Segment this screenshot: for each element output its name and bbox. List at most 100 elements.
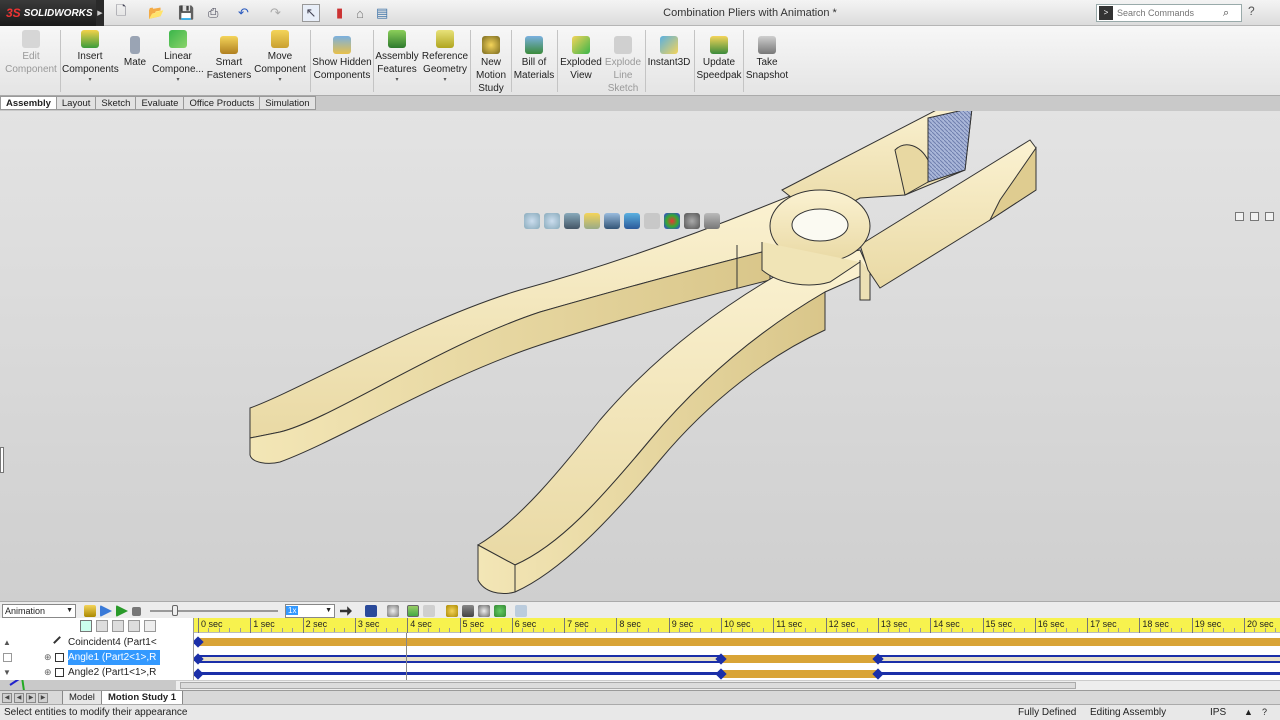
file-properties-icon[interactable]: ⌂	[356, 4, 364, 22]
animation-wizard-icon[interactable]	[387, 605, 399, 617]
calculate-icon[interactable]	[84, 605, 96, 617]
dropdown-arrow-icon[interactable]: ▾	[375, 76, 419, 84]
update-speedpak-button[interactable]: Update Speedpak	[696, 36, 742, 82]
tree-row-coincident4[interactable]: ▲ Coincident4 (Part1<	[0, 635, 194, 650]
view-orientation-icon[interactable]	[604, 213, 620, 229]
display-style-icon[interactable]	[624, 213, 640, 229]
smart-fasteners-button[interactable]: Smart Fasteners	[206, 36, 252, 82]
section-view-icon[interactable]	[584, 213, 600, 229]
linear-pattern-button[interactable]: Linear Compone... ▾	[150, 30, 206, 84]
tab-evaluate[interactable]: Evaluate	[136, 96, 185, 110]
play-from-start-icon[interactable]	[100, 605, 112, 617]
playback-mode-icon[interactable]	[340, 606, 352, 616]
tab-simulation[interactable]: Simulation	[260, 96, 316, 110]
study-type-select[interactable]: Animation ▼	[2, 604, 76, 618]
edit-component-button[interactable]: Edit Component	[4, 30, 58, 76]
tab-layout[interactable]: Layout	[56, 96, 97, 110]
take-snapshot-button[interactable]: Take Snapshot	[745, 36, 789, 82]
view-settings-icon[interactable]	[704, 213, 720, 229]
help-status-icon[interactable]: ?	[1262, 705, 1267, 720]
zoom-to-area-icon[interactable]	[544, 213, 560, 229]
zoom-to-fit-icon[interactable]	[524, 213, 540, 229]
track-angle1[interactable]	[194, 653, 1280, 665]
timeline-bar[interactable]	[878, 655, 1280, 663]
print-icon[interactable]: ⎙	[208, 4, 218, 22]
last-tab-icon[interactable]: ▶	[38, 693, 48, 703]
status-options-icon[interactable]: ▲	[1244, 705, 1253, 720]
timeline-horizontal-scrollbar[interactable]	[176, 680, 1280, 690]
units-selector[interactable]: IPS	[1210, 705, 1226, 720]
tree-scrollbar-thumb[interactable]	[3, 653, 12, 662]
stop-icon[interactable]	[132, 607, 141, 616]
results-plots-icon[interactable]	[515, 605, 527, 617]
playback-speed-select[interactable]: 1x ▼	[285, 604, 335, 618]
search-commands-box[interactable]: > ⌕	[1096, 4, 1242, 22]
save-animation-icon[interactable]	[365, 605, 377, 617]
timeline-bar[interactable]	[198, 655, 721, 663]
time-ruler[interactable]: 0 sec 1 sec 2 sec 3 sec 4 sec 5 sec 6 sec 7 sec…	[194, 618, 1280, 633]
save-icon[interactable]: 💾	[178, 4, 194, 22]
restore-icon[interactable]	[1235, 212, 1244, 221]
tree-scroll-up-icon[interactable]: ▲	[3, 635, 11, 650]
apply-scene-icon[interactable]	[684, 213, 700, 229]
spring-icon[interactable]	[462, 605, 474, 617]
tab-assembly[interactable]: Assembly	[0, 96, 57, 110]
assembly-features-button[interactable]: Assembly Features ▾	[375, 30, 419, 84]
collapse-all-icon[interactable]	[144, 619, 156, 632]
next-tab-icon[interactable]: ▶	[26, 693, 36, 703]
timeline-bar[interactable]	[878, 672, 1280, 675]
options-icon[interactable]: ▤	[376, 4, 388, 22]
expand-icon[interactable]: ⊕	[44, 650, 52, 665]
timeline-bar[interactable]	[198, 638, 1280, 646]
dropdown-arrow-icon[interactable]: ▾	[252, 76, 308, 84]
undo-icon[interactable]: ↶	[238, 4, 249, 22]
filter-animated-icon[interactable]	[80, 619, 92, 632]
select-arrow-icon[interactable]: ↖	[302, 4, 320, 22]
redo-icon[interactable]: ↷	[270, 4, 281, 22]
filter-selected-icon[interactable]	[112, 619, 124, 632]
tree-row-angle1[interactable]: ⊕ Angle1 (Part2<1>,R	[0, 650, 194, 665]
help-icon[interactable]: ?	[1248, 4, 1255, 18]
tree-row-angle2[interactable]: ▼ ⊕ Angle2 (Part1<1>,R	[0, 665, 194, 680]
scrollbar-thumb[interactable]	[180, 682, 1076, 689]
reference-geometry-button[interactable]: Reference Geometry ▾	[421, 30, 469, 84]
mate-button[interactable]: Mate	[120, 36, 150, 69]
first-tab-icon[interactable]: ◀	[2, 693, 12, 703]
feature-manager-toggle-handle[interactable]	[0, 447, 4, 473]
edit-appearance-icon[interactable]	[664, 213, 680, 229]
timeline-bar[interactable]	[198, 672, 721, 675]
track-angle2[interactable]	[194, 668, 1280, 680]
insert-components-button[interactable]: Insert Components ▾	[62, 30, 119, 84]
maximize-icon[interactable]	[1265, 212, 1274, 221]
filter-driving-icon[interactable]	[96, 619, 108, 632]
add-update-key-icon[interactable]	[423, 605, 435, 617]
play-icon[interactable]	[116, 605, 128, 617]
exploded-view-button[interactable]: Exploded View	[559, 36, 603, 82]
track-coincident4[interactable]	[194, 636, 1280, 648]
open-folder-icon[interactable]: 📂	[148, 4, 164, 22]
previous-tab-icon[interactable]: ◀	[14, 693, 24, 703]
instant3d-button[interactable]: Instant3D	[647, 36, 691, 69]
filter-results-icon[interactable]	[128, 619, 140, 632]
solidworks-logo[interactable]: 3S SOLIDWORKS	[0, 0, 96, 26]
hide-show-items-icon[interactable]	[644, 213, 660, 229]
expand-icon[interactable]: ⊕	[44, 665, 52, 680]
damper-icon[interactable]	[478, 605, 490, 617]
new-motion-study-button[interactable]: New Motion Study	[472, 36, 510, 95]
search-icon[interactable]: ⌕	[1223, 7, 1229, 20]
timeline-bar[interactable]	[721, 655, 878, 663]
tab-model[interactable]: Model	[62, 691, 102, 705]
tab-office-products[interactable]: Office Products	[184, 96, 261, 110]
pliers-model[interactable]	[0, 111, 1280, 601]
time-bar[interactable]	[406, 633, 407, 680]
playback-slider-track[interactable]	[150, 610, 278, 612]
move-component-button[interactable]: Move Component ▾	[252, 30, 308, 84]
tab-motion-study-1[interactable]: Motion Study 1	[101, 691, 184, 705]
previous-view-icon[interactable]	[564, 213, 580, 229]
show-hidden-components-button[interactable]: Show Hidden Components	[312, 36, 372, 82]
timeline-bar[interactable]	[721, 670, 878, 678]
keypoint[interactable]	[194, 668, 204, 680]
rebuild-icon[interactable]: ▮	[336, 4, 343, 22]
timeline-area[interactable]: 0 sec 1 sec 2 sec 3 sec 4 sec 5 sec 6 sec 7 sec…	[194, 618, 1280, 680]
graphics-area[interactable]	[0, 111, 1280, 692]
